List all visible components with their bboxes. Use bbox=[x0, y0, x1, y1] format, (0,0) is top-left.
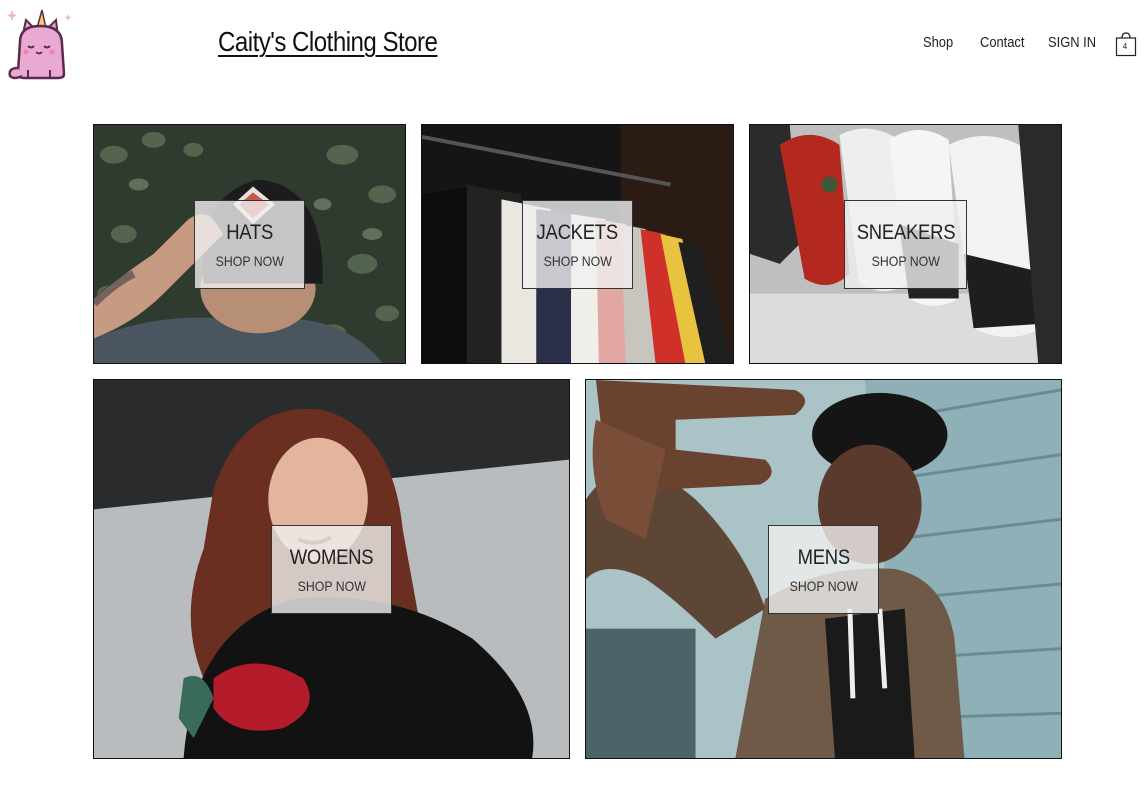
tile-title-mens: MENS bbox=[797, 545, 850, 569]
shop-now-link-sneakers[interactable]: SHOP NOW bbox=[871, 253, 939, 269]
hats-label-box[interactable]: HATS SHOP NOW bbox=[194, 200, 305, 289]
mens-label-box[interactable]: MENS SHOP NOW bbox=[768, 525, 879, 614]
cart-count-badge: 4 bbox=[1122, 42, 1128, 51]
nav-sign-in-link[interactable]: SIGN IN bbox=[1048, 34, 1096, 54]
shop-now-link-womens[interactable]: SHOP NOW bbox=[297, 578, 365, 594]
sneakers-label-box[interactable]: SNEAKERS SHOP NOW bbox=[844, 200, 967, 289]
tile-title-womens: WOMENS bbox=[289, 545, 374, 569]
tile-title-jackets: JACKETS bbox=[536, 220, 619, 244]
nav-shop-link[interactable]: Shop bbox=[923, 34, 953, 54]
category-tile-jackets[interactable]: JACKETS SHOP NOW bbox=[421, 124, 734, 364]
tile-title-hats: HATS bbox=[226, 220, 273, 244]
category-tile-mens[interactable]: MENS SHOP NOW bbox=[585, 379, 1062, 759]
category-tile-hats[interactable]: HATS SHOP NOW bbox=[93, 124, 406, 364]
tile-title-sneakers: SNEAKERS bbox=[856, 220, 955, 244]
store-title[interactable]: Caity's Clothing Store bbox=[218, 26, 438, 58]
category-tile-sneakers[interactable]: SNEAKERS SHOP NOW bbox=[749, 124, 1062, 364]
cart-button[interactable]: 4 bbox=[1115, 31, 1137, 57]
category-tile-womens[interactable]: WOMENS SHOP NOW bbox=[93, 379, 570, 759]
shop-now-link-mens[interactable]: SHOP NOW bbox=[789, 578, 857, 594]
womens-label-box[interactable]: WOMENS SHOP NOW bbox=[271, 525, 392, 614]
jackets-label-box[interactable]: JACKETS SHOP NOW bbox=[522, 200, 633, 289]
nav-contact-link[interactable]: Contact bbox=[980, 34, 1024, 54]
unicorn-cat-icon bbox=[7, 9, 72, 80]
shop-now-link-hats[interactable]: SHOP NOW bbox=[215, 253, 283, 269]
store-logo[interactable] bbox=[6, 8, 72, 80]
shop-now-link-jackets[interactable]: SHOP NOW bbox=[543, 253, 611, 269]
